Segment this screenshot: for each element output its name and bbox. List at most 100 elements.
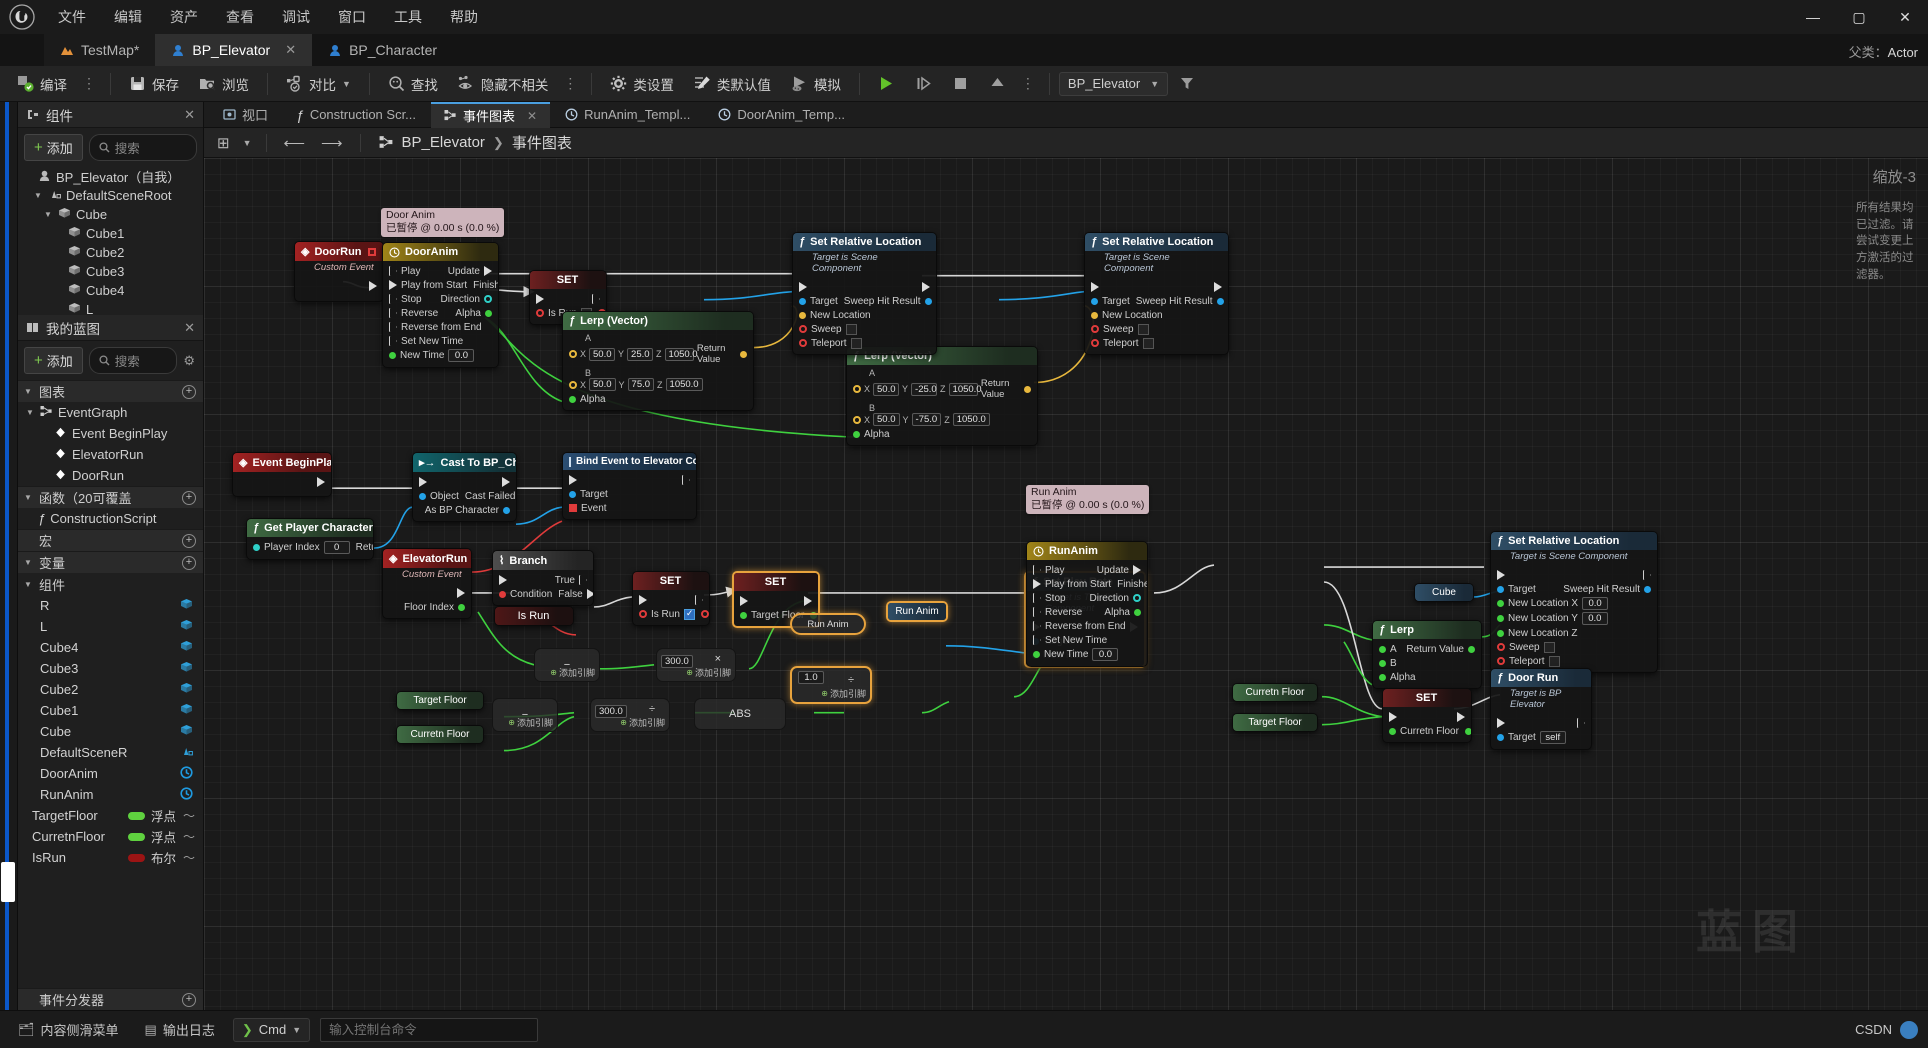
node-set-curretn-floor[interactable]: SET Curretn Floor bbox=[1382, 688, 1472, 743]
vector-a-row[interactable]: X 50.0 Y -25.0 Z 1050.0 Return Value bbox=[847, 378, 1037, 401]
node-get-player-character[interactable]: ƒ Get Player Character Player Index 0 Ret… bbox=[246, 518, 374, 560]
new-time-field[interactable]: 0.0 bbox=[1092, 648, 1119, 661]
hide-unrelated-button[interactable]: 隐藏不相关 bbox=[449, 70, 558, 98]
tab-event-graph[interactable]: 事件图表 ✕ bbox=[431, 101, 551, 128]
close-icon[interactable]: ✕ bbox=[527, 109, 537, 123]
pin-row[interactable]: New Location bbox=[1085, 308, 1228, 322]
variable-item[interactable]: IsRun 布尔〜 bbox=[18, 847, 203, 868]
pin-row[interactable]: New Location Y 0.0 bbox=[1491, 611, 1657, 626]
pin-row[interactable]: Reverse from End bbox=[383, 320, 498, 334]
back-button[interactable]: ⟵ bbox=[281, 134, 309, 152]
component-variable-item[interactable]: DoorAnim bbox=[18, 763, 203, 784]
pin-row[interactable]: Set New Time bbox=[1027, 633, 1147, 647]
variable-item[interactable]: TargetFloor 浮点〜 bbox=[18, 805, 203, 826]
pin-row[interactable]: Is Run bbox=[633, 607, 709, 621]
chevron-down-icon[interactable]: ▼ bbox=[342, 79, 351, 89]
cmd-mode-select[interactable]: ❯ Cmd ▼ bbox=[232, 1017, 311, 1042]
new-time-field[interactable]: 0.0 bbox=[448, 349, 475, 362]
simulate-button[interactable]: 模拟 bbox=[782, 70, 850, 98]
section-variables[interactable]: ▼ 变量 + bbox=[18, 551, 203, 573]
menu-tools[interactable]: 工具 bbox=[380, 3, 436, 31]
section-graphs[interactable]: ▼ 图表 + bbox=[18, 380, 203, 402]
pin-row[interactable]: Sweep bbox=[793, 322, 936, 336]
node-get-curretn-floor-1[interactable]: Curretn Floor bbox=[1232, 683, 1318, 702]
component-tree-item[interactable]: BP_Elevator（自我） bbox=[18, 167, 203, 186]
node-set-relative-location-1[interactable]: ƒ Set Relative Location Target is Scene … bbox=[792, 232, 937, 355]
pin-row[interactable] bbox=[413, 475, 516, 489]
node-branch[interactable]: ⌇ Branch True Condition False bbox=[492, 550, 594, 606]
pin-row[interactable]: As BP Character bbox=[413, 503, 516, 517]
pin-row[interactable]: Target Sweep Hit Result bbox=[1491, 582, 1657, 596]
variable-item[interactable]: CurretnFloor 浮点〜 bbox=[18, 826, 203, 847]
level-tab[interactable]: TestMap* bbox=[44, 34, 156, 66]
rail-collapsed-tab[interactable] bbox=[1, 862, 15, 902]
teleport-checkbox[interactable] bbox=[850, 337, 862, 349]
output-log-button[interactable]: ▤ 输出日志 bbox=[137, 1016, 223, 1043]
tab-runanim-template[interactable]: RunAnim_Templ... bbox=[552, 102, 703, 128]
add-pin-button[interactable]: ⊕ 添加引脚 bbox=[550, 666, 595, 679]
pin-row[interactable]: Teleport bbox=[1491, 654, 1657, 668]
pin-row[interactable] bbox=[1383, 710, 1471, 724]
pin-row[interactable] bbox=[734, 594, 818, 608]
node-multiply-1[interactable]: 300.0 × ⊕ 添加引脚 bbox=[656, 648, 736, 682]
b-z-field[interactable]: 1050.0 bbox=[665, 378, 703, 391]
component-tree-item[interactable]: ▼ DefaultSceneRoot bbox=[18, 186, 203, 205]
exec-out-pin[interactable] bbox=[317, 477, 325, 487]
node-get-target-floor-2[interactable]: Target Floor bbox=[396, 691, 484, 710]
chevron-down-icon[interactable]: ▼ bbox=[243, 138, 252, 148]
hide-options-icon[interactable]: ⋮ bbox=[559, 75, 582, 92]
node-cast-to-bp-character[interactable]: ▸→ Cast To BP_Character Object Cast Faile… bbox=[412, 452, 517, 522]
eye-icon[interactable]: 〜 bbox=[183, 849, 203, 866]
component-tree-item[interactable]: Cube2 bbox=[18, 243, 203, 262]
tab-dooranim-template[interactable]: DoorAnim_Temp... bbox=[705, 102, 858, 128]
browse-button[interactable]: 浏览 bbox=[190, 70, 258, 98]
add-macro-button[interactable]: + bbox=[182, 533, 196, 548]
pin-row[interactable]: Teleport bbox=[1085, 336, 1228, 350]
pin-row[interactable]: Reverse Alpha bbox=[383, 306, 498, 320]
pin-row[interactable] bbox=[563, 473, 696, 487]
sweep-checkbox[interactable] bbox=[1543, 641, 1555, 653]
pin-row[interactable]: Sweep bbox=[1491, 640, 1657, 654]
component-tree-item[interactable]: Cube3 bbox=[18, 262, 203, 281]
settings-icon[interactable]: ⚙ bbox=[183, 353, 197, 369]
add-variable-button[interactable]: + bbox=[182, 555, 196, 570]
node-lerp-vector-2[interactable]: ƒ Lerp (Vector) A X 50.0 Y -25.0 Z 1050.0 R… bbox=[846, 346, 1038, 446]
pin-row[interactable]: Target Sweep Hit Result bbox=[793, 294, 936, 308]
pin-row[interactable]: Target self bbox=[1491, 730, 1591, 745]
pin-row[interactable]: New Location X 0.0 bbox=[1491, 596, 1657, 611]
section-macros[interactable]: ▼ 宏 + bbox=[18, 529, 203, 551]
divide-operand-field[interactable]: 1.0 bbox=[798, 671, 824, 684]
close-button[interactable]: ✕ bbox=[1882, 0, 1928, 34]
pin-row[interactable]: Object Cast Failed bbox=[413, 489, 516, 503]
component-variable-item[interactable]: Cube4 bbox=[18, 637, 203, 658]
sweep-checkbox[interactable] bbox=[845, 323, 857, 335]
node-get-cube[interactable]: Cube bbox=[1414, 583, 1474, 602]
component-variable-item[interactable]: L bbox=[18, 616, 203, 637]
component-tree-item[interactable]: Cube4 bbox=[18, 281, 203, 300]
eject-button[interactable] bbox=[980, 71, 1015, 96]
add-function-button[interactable]: + bbox=[182, 490, 196, 505]
component-variable-item[interactable]: DefaultSceneR bbox=[18, 742, 203, 763]
pin-row[interactable]: B bbox=[1373, 656, 1481, 670]
node-door-run-call[interactable]: ƒ Door Run Target is BP Elevator Target s… bbox=[1490, 668, 1592, 750]
menu-file[interactable]: 文件 bbox=[44, 3, 100, 31]
menu-asset[interactable]: 资产 bbox=[156, 3, 212, 31]
sweep-checkbox[interactable] bbox=[1137, 323, 1149, 335]
isrun-checkbox[interactable] bbox=[683, 608, 695, 620]
close-icon[interactable]: ✕ bbox=[285, 42, 296, 58]
node-dooranim-timeline[interactable]: DoorAnim Play Update Play from Start Finis… bbox=[382, 242, 499, 368]
a-y-field[interactable]: -25.0 bbox=[911, 382, 938, 396]
node-runanim-timeline[interactable]: RunAnim Play Update Play from Start Finish… bbox=[1026, 541, 1148, 667]
pin-row[interactable]: Teleport bbox=[793, 336, 936, 350]
component-variable-item[interactable]: Cube2 bbox=[18, 679, 203, 700]
pin-row[interactable]: Play Update bbox=[1027, 563, 1147, 577]
compile-options-icon[interactable]: ⋮ bbox=[78, 75, 101, 92]
pin-row[interactable]: Set New Time bbox=[383, 334, 498, 348]
compile-button[interactable]: 编译 bbox=[8, 70, 76, 98]
myblueprint-search-input[interactable]: 搜索 bbox=[88, 347, 178, 374]
vector-b-row[interactable]: X 50.0 Y 75.0 Z 1050.0 bbox=[563, 378, 753, 392]
disclosure-triangle[interactable]: ▼ bbox=[26, 408, 35, 417]
pin-row[interactable]: Play from Start Finished bbox=[1027, 577, 1147, 591]
pin-row[interactable]: Condition False bbox=[493, 587, 593, 601]
pin-row[interactable]: Sweep bbox=[1085, 322, 1228, 336]
